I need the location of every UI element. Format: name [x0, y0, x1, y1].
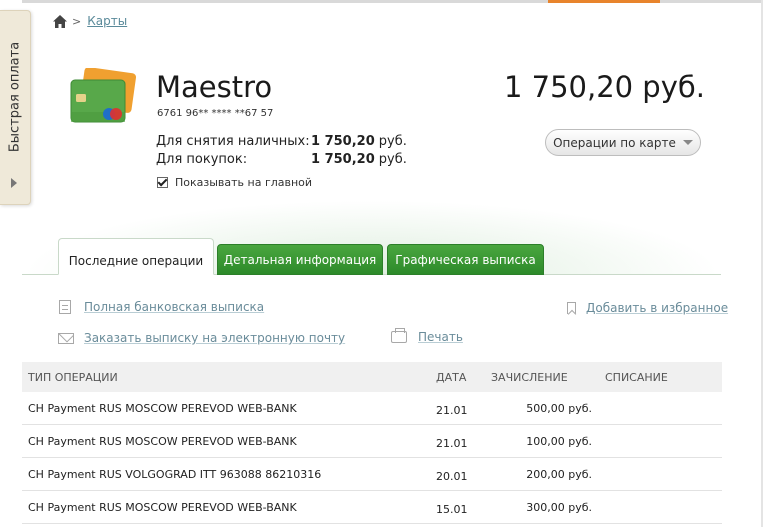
cell-credit: 100,00 руб. [526, 434, 592, 448]
show-on-main-label: Показывать на главной [175, 176, 313, 189]
card-limits: Для снятия наличных: 1 750,20 руб. Для п… [156, 134, 407, 170]
cell-credit: 300,00 руб. [526, 500, 592, 514]
card-balance: 1 750,20 руб. [503, 70, 705, 104]
table-header: ТИП ОПЕРАЦИИ ДАТА ЗАЧИСЛЕНИЕ СПИСАНИЕ [22, 362, 722, 392]
limit-row-cash: Для снятия наличных: 1 750,20 руб. [156, 134, 407, 152]
card-image [70, 68, 137, 123]
limit-currency: руб. [378, 152, 407, 167]
tab-detailed-info[interactable]: Детальная информация [217, 244, 383, 275]
limit-value: 1 750,20 [311, 134, 375, 149]
show-on-main-option[interactable]: Показывать на главной [157, 176, 312, 189]
full-statement-text: Полная банковская выписка [84, 300, 265, 314]
quick-pay-tab[interactable]: Быстрая оплата [0, 10, 31, 205]
limit-currency: руб. [378, 134, 407, 149]
limit-label: Для снятия наличных: [156, 134, 310, 149]
cell-date: 21.01 [436, 403, 468, 417]
cell-type: CH Payment RUS VOLGOGRAD ITT 963088 8621… [28, 467, 322, 481]
header-date: ДАТА [436, 370, 467, 384]
operations-table: ТИП ОПЕРАЦИИ ДАТА ЗАЧИСЛЕНИЕ СПИСАНИЕ CH… [22, 362, 722, 524]
email-statement-text: Заказать выписку на электронную почту [84, 331, 346, 345]
cell-type: CH Payment RUS MOSCOW PEREVOD WEB-BANK [28, 500, 297, 514]
header-debit: СПИСАНИЕ [605, 370, 668, 384]
card-operations-label: Операции по карте [553, 135, 676, 150]
table-row[interactable]: CH Payment RUS MOSCOW PEREVOD WEB-BANK 2… [22, 392, 722, 425]
print-text: Печать [418, 330, 463, 344]
cell-date: 20.01 [436, 469, 468, 483]
quick-pay-label: Быстрая оплата [7, 41, 23, 153]
header-credit: ЗАЧИСЛЕНИЕ [491, 370, 568, 384]
full-statement-link[interactable]: Полная банковская выписка [59, 300, 264, 314]
tab-graphic-statement[interactable]: Графическая выписка [387, 244, 544, 275]
breadcrumb: > Карты [53, 13, 127, 29]
breadcrumb-separator: > [72, 14, 82, 28]
header-type: ТИП ОПЕРАЦИИ [28, 370, 118, 384]
cell-credit: 200,00 руб. [526, 467, 592, 481]
show-on-main-checkbox[interactable] [157, 177, 168, 188]
mail-icon [58, 332, 74, 344]
cell-date: 21.01 [436, 436, 468, 450]
limit-label: Для покупок: [156, 152, 248, 167]
email-statement-link[interactable]: Заказать выписку на электронную почту [58, 331, 345, 345]
cell-type: CH Payment RUS MOSCOW PEREVOD WEB-BANK [28, 434, 297, 448]
cell-credit: 500,00 руб. [526, 401, 592, 415]
document-icon [59, 300, 71, 314]
limit-value: 1 750,20 [311, 152, 375, 167]
print-link[interactable]: Печать [391, 328, 463, 344]
card-title: Maestro [156, 70, 273, 104]
cell-date: 15.01 [436, 502, 468, 516]
cell-type: CH Payment RUS MOSCOW PEREVOD WEB-BANK [28, 401, 297, 415]
breadcrumb-link-cards[interactable]: Карты [87, 14, 127, 28]
table-row[interactable]: CH Payment RUS MOSCOW PEREVOD WEB-BANK 1… [22, 491, 722, 524]
limit-row-purchases: Для покупок: 1 750,20 руб. [156, 152, 407, 170]
bookmark-icon [567, 302, 576, 314]
table-row[interactable]: CH Payment RUS MOSCOW PEREVOD WEB-BANK 2… [22, 425, 722, 458]
top-bar-accent [548, 0, 660, 3]
add-favorite-text: Добавить в избранное [586, 301, 729, 315]
card-operations-button[interactable]: Операции по карте [545, 129, 701, 156]
chevron-down-icon [682, 140, 693, 145]
top-bar [22, 0, 763, 3]
chevron-right-icon [11, 178, 17, 188]
table-row[interactable]: CH Payment RUS VOLGOGRAD ITT 963088 8621… [22, 458, 722, 491]
printer-icon [391, 328, 407, 343]
add-favorite-link[interactable]: Добавить в избранное [567, 301, 728, 315]
card-number: 6761 96** **** **67 57 [157, 108, 274, 119]
tab-recent-operations[interactable]: Последние операции [58, 238, 214, 275]
home-icon[interactable] [53, 14, 67, 28]
